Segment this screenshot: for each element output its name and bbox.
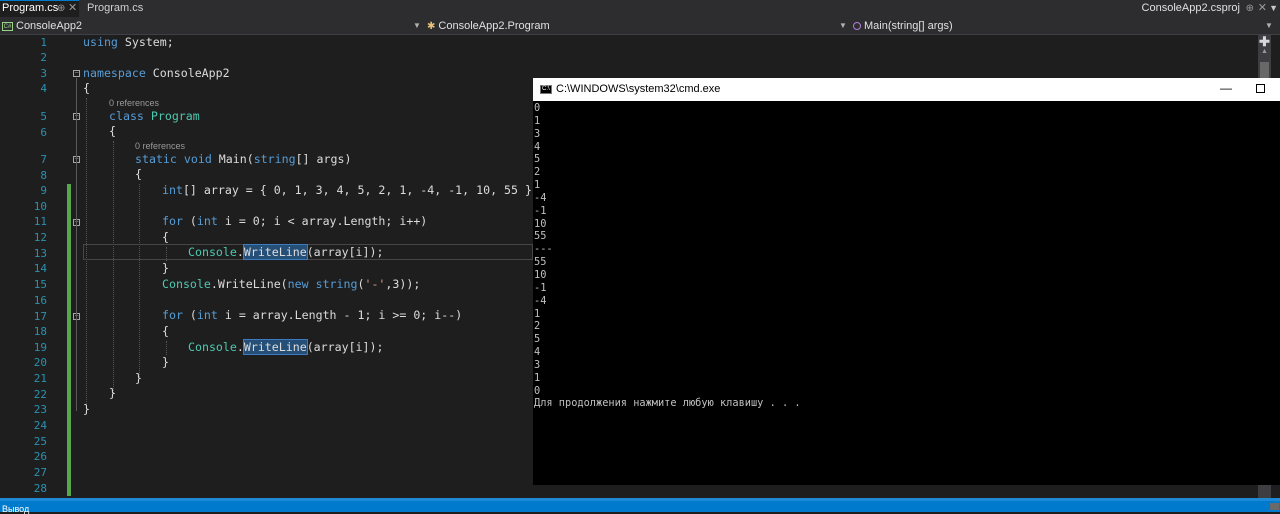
line-number: 20 bbox=[33, 356, 47, 369]
code-line: int[] array = { 0, 1, 3, 4, 5, 2, 1, -4,… bbox=[162, 183, 539, 197]
minimize-icon[interactable]: — bbox=[1220, 81, 1232, 95]
code-line: } bbox=[109, 386, 116, 400]
code-line: { bbox=[109, 124, 116, 138]
line-number: 22 bbox=[33, 388, 47, 401]
code-line: { bbox=[135, 167, 142, 181]
project-dropdown-value: ConsoleApp2 bbox=[16, 20, 83, 32]
close-icon[interactable]: ✕ bbox=[68, 0, 77, 17]
indent-guide bbox=[139, 184, 140, 377]
pin-icon[interactable]: ⊕ bbox=[57, 0, 65, 17]
line-number: 2 bbox=[40, 51, 47, 64]
project-dropdown[interactable]: C# ConsoleApp2 ▼ bbox=[2, 18, 421, 34]
console-title-bar[interactable]: C:\ C:\WINDOWS\system32\cmd.exe — bbox=[533, 78, 1280, 101]
line-number: 6 bbox=[40, 126, 47, 139]
line-number: 3 bbox=[40, 67, 47, 80]
line-number: 5 bbox=[40, 110, 47, 123]
line-number: 10 bbox=[33, 200, 47, 213]
tab-program-cs[interactable]: Program.cs bbox=[84, 0, 146, 17]
chevron-down-icon[interactable]: ▼ bbox=[1269, 0, 1278, 17]
code-line: { bbox=[162, 230, 169, 244]
line-number: 1 bbox=[40, 36, 47, 49]
collapse-icon[interactable]: − bbox=[73, 70, 80, 77]
code-line: for (int i = array.Length - 1; i >= 0; i… bbox=[162, 308, 463, 322]
line-number: 15 bbox=[33, 278, 47, 291]
line-number: 21 bbox=[33, 372, 47, 385]
code-line: { bbox=[83, 81, 90, 95]
code-line: static void Main(string[] args) bbox=[135, 152, 352, 166]
indent-guide bbox=[166, 341, 167, 355]
line-number: 8 bbox=[40, 169, 47, 182]
line-number: 16 bbox=[33, 294, 47, 307]
pin-icon[interactable]: ⊕ bbox=[1246, 0, 1254, 17]
line-number: 14 bbox=[33, 262, 47, 275]
tab-label: Program.cs bbox=[87, 2, 144, 14]
line-number: 19 bbox=[33, 341, 47, 354]
maximize-icon[interactable] bbox=[1256, 84, 1265, 93]
code-line: } bbox=[83, 402, 90, 416]
line-number: 23 bbox=[33, 403, 47, 416]
codelens-references[interactable]: 0 references bbox=[109, 98, 159, 108]
cmd-icon: C:\ bbox=[540, 85, 552, 94]
type-dropdown-value: ConsoleApp2.Program bbox=[438, 20, 550, 32]
chevron-down-icon: ▼ bbox=[413, 21, 421, 30]
close-icon[interactable]: ✕ bbox=[1258, 0, 1267, 17]
console-scrollbar[interactable] bbox=[1258, 101, 1280, 485]
code-line: class Program bbox=[109, 109, 200, 123]
line-number: 26 bbox=[33, 450, 47, 463]
line-number: 25 bbox=[33, 435, 47, 448]
output-pane-label[interactable]: Вывод bbox=[2, 504, 29, 514]
chevron-down-icon: ▼ bbox=[839, 21, 847, 30]
codelens-references[interactable]: 0 references bbox=[135, 141, 185, 151]
navigation-bar: C# ConsoleApp2 ▼ ✱ ConsoleApp2.Program ▼ M… bbox=[0, 17, 1280, 35]
tab-program-cs-active[interactable]: Program.cs ⊕ ✕ bbox=[0, 0, 79, 17]
line-number: 4 bbox=[40, 82, 47, 95]
scroll-up-icon[interactable]: ▲ bbox=[1261, 48, 1268, 55]
selected-text[interactable]: WriteLine bbox=[242, 244, 308, 260]
code-line: namespace ConsoleApp2 bbox=[83, 66, 230, 80]
line-number: 13 bbox=[33, 247, 47, 260]
status-bar: Вывод bbox=[0, 498, 1280, 514]
class-icon: ✱ bbox=[427, 21, 436, 32]
split-window-icon[interactable]: ✚ bbox=[1259, 35, 1270, 48]
member-dropdown[interactable]: Main(string[] args) ▼ bbox=[851, 18, 1275, 34]
console-title: C:\WINDOWS\system32\cmd.exe bbox=[556, 83, 721, 95]
line-number: 18 bbox=[33, 325, 47, 338]
code-line: } bbox=[162, 355, 169, 369]
code-line: using System; bbox=[83, 35, 174, 49]
line-number: 24 bbox=[33, 419, 47, 432]
tab-csproj[interactable]: ConsoleApp2.csproj bbox=[1142, 0, 1240, 17]
code-line-current: Console.WriteLine(array[i]); bbox=[188, 244, 384, 260]
line-number: 27 bbox=[33, 466, 47, 479]
console-window[interactable]: C:\ C:\WINDOWS\system32\cmd.exe — 0 1 3 … bbox=[533, 78, 1280, 485]
line-number: 9 bbox=[40, 184, 47, 197]
line-number: 28 bbox=[33, 482, 47, 495]
method-icon bbox=[853, 22, 861, 31]
code-line: } bbox=[135, 371, 142, 385]
highlighted-reference[interactable]: WriteLine bbox=[242, 339, 308, 355]
line-number: 17 bbox=[33, 310, 47, 323]
line-number: 12 bbox=[33, 231, 47, 244]
code-line: Console.WriteLine(new string('-',3)); bbox=[162, 277, 421, 291]
code-line: { bbox=[162, 324, 169, 338]
line-number: 11 bbox=[33, 215, 47, 228]
member-dropdown-value: Main(string[] args) bbox=[864, 20, 953, 32]
code-line: } bbox=[162, 261, 169, 275]
console-output: 0 1 3 4 5 2 1 -4 -1 10 55 --- 55 10 -1 -… bbox=[534, 102, 801, 410]
code-line: for (int i = 0; i < array.Length; i++) bbox=[162, 214, 428, 228]
change-tracking-bar bbox=[67, 184, 71, 496]
type-dropdown[interactable]: ✱ ConsoleApp2.Program ▼ bbox=[425, 18, 847, 34]
csharp-project-icon: C# bbox=[2, 21, 13, 31]
document-tab-strip: Program.cs ⊕ ✕ Program.cs ConsoleApp2.cs… bbox=[0, 0, 1280, 17]
chevron-down-icon: ▼ bbox=[1265, 21, 1273, 30]
line-number: 7 bbox=[40, 153, 47, 166]
indent-guide bbox=[113, 141, 114, 393]
code-line: Console.WriteLine(array[i]); bbox=[188, 339, 384, 355]
tab-label: Program.cs bbox=[2, 2, 59, 14]
outline-line bbox=[76, 78, 77, 411]
status-button[interactable] bbox=[1270, 503, 1279, 510]
